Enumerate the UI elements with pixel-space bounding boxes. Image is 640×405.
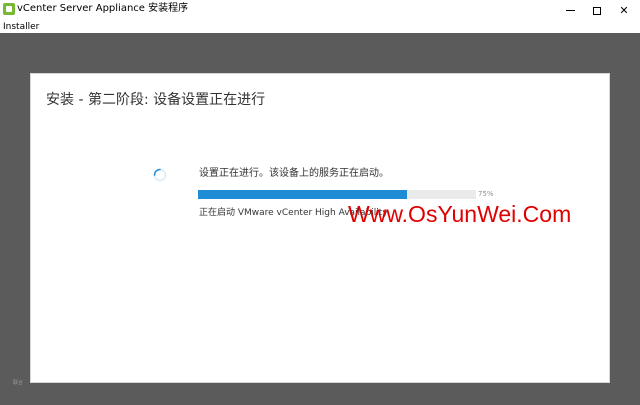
dialog-title: 安装 - 第二阶段: 设备设置正在进行 (46, 92, 266, 108)
close-button[interactable]: ✕ (611, 0, 637, 21)
maximize-button[interactable] (584, 0, 610, 21)
window-titlebar: vCenter Server Appliance 安装程序 ✕ (0, 0, 640, 21)
menu-bar: Installer (0, 21, 640, 33)
stage2-progress-dialog: 安装 - 第二阶段: 设备设置正在进行 设置正在进行。该设备上的服务正在启动。 … (30, 73, 610, 383)
minimize-button[interactable] (557, 0, 583, 21)
progress-bar (198, 190, 476, 199)
setup-status-text: 设置正在进行。该设备上的服务正在启动。 (199, 168, 389, 179)
maximize-icon (593, 6, 601, 15)
close-icon: ✕ (619, 4, 629, 17)
progress-percent-label: 75% (478, 190, 494, 198)
minimize-icon (565, 10, 575, 11)
menu-item-installer[interactable]: Installer (3, 21, 39, 33)
window-title: vCenter Server Appliance 安装程序 (17, 3, 189, 14)
background-partial-text: 联合 (13, 380, 24, 386)
progress-bar-fill (198, 190, 407, 199)
spinner-icon (153, 168, 167, 182)
site-watermark: Www.OsYunWei.Com (348, 201, 572, 227)
vcenter-app-icon (3, 3, 15, 15)
